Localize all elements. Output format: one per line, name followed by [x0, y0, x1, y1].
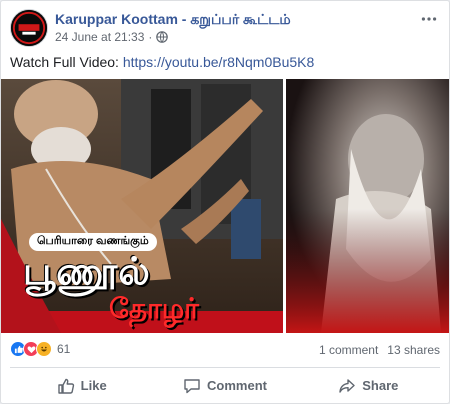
image-title-small: பெரியாரை வணங்கும் [29, 233, 157, 251]
facebook-post: Karuppar Koottam - கறுப்பர் கூட்டம் 24 J… [0, 0, 450, 404]
share-icon [339, 378, 355, 393]
more-options-icon[interactable] [418, 9, 440, 29]
share-label: Share [362, 378, 399, 393]
reactions-bar: 61 1 comment 13 shares [10, 341, 440, 359]
page-avatar[interactable] [10, 9, 48, 47]
meta-separator: · [148, 30, 153, 44]
shares-count[interactable]: 13 shares [387, 343, 440, 357]
globe-icon[interactable] [156, 31, 169, 43]
action-bar: Like Comment Share [10, 367, 440, 403]
like-button[interactable]: Like [10, 368, 153, 403]
engagement-stats: 1 comment 13 shares [319, 343, 440, 357]
caption-link[interactable]: https://youtu.be/r8Nqm0Bu5K8 [123, 54, 314, 70]
post-image[interactable]: பெரியாரை வணங்கும் பூணூல் தோழர் [1, 79, 449, 333]
image-title-big: பூணூல் [23, 251, 151, 293]
comment-icon [184, 378, 200, 393]
page-avatar-logo [11, 10, 47, 46]
image-title-sub: தோழர் [109, 293, 199, 324]
reaction-icons[interactable]: 61 [10, 341, 70, 357]
thumbs-up-icon [57, 378, 74, 394]
post-meta: 24 June at 21:33 · [55, 30, 169, 44]
post-timestamp[interactable]: 24 June at 21:33 [55, 30, 144, 44]
reaction-count: 61 [57, 342, 71, 356]
comment-button[interactable]: Comment [153, 368, 296, 403]
like-label: Like [80, 378, 107, 393]
page-name[interactable]: Karuppar Koottam - கறுப்பர் கூட்டம் [55, 11, 291, 30]
post-header: Karuppar Koottam - கறுப்பர் கூட்டம் 24 J… [10, 9, 440, 49]
post-caption: Watch Full Video: https://youtu.be/r8Nqm… [10, 54, 314, 70]
share-button[interactable]: Share [297, 368, 440, 403]
caption-text: Watch Full Video: [10, 54, 123, 70]
haha-icon [36, 341, 52, 357]
comment-label: Comment [207, 378, 267, 393]
comments-count[interactable]: 1 comment [319, 343, 378, 357]
